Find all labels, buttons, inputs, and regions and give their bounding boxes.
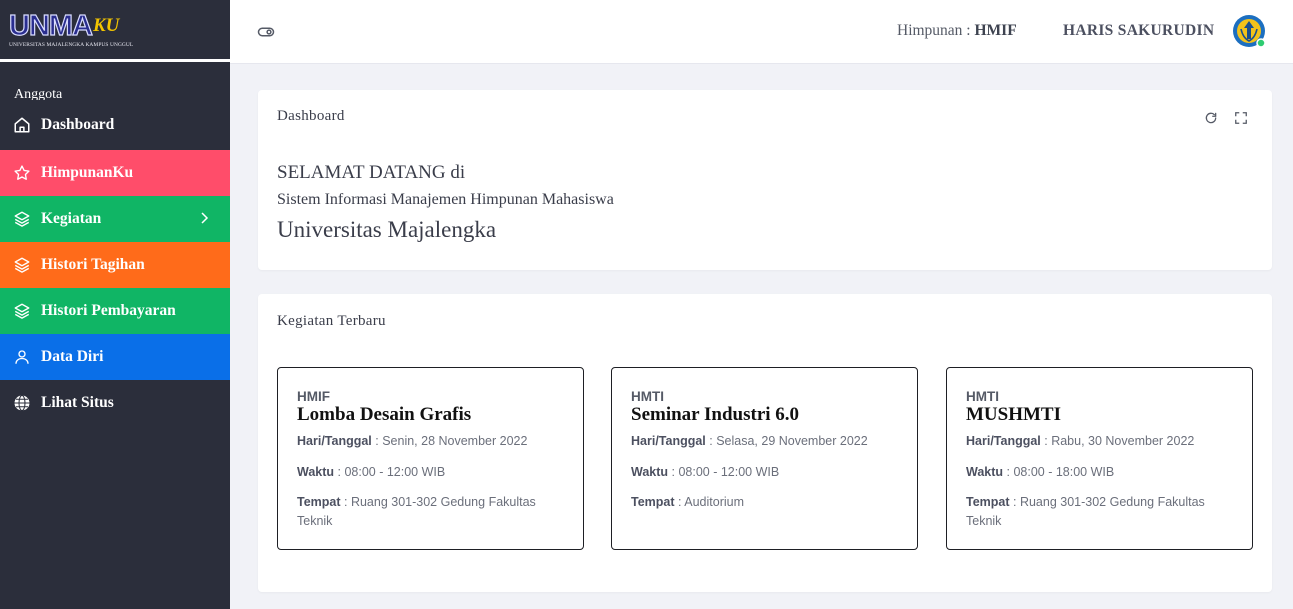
online-status-dot bbox=[1256, 38, 1266, 48]
event-date: Selasa, 29 November 2022 bbox=[716, 434, 868, 448]
event-time-row: Waktu : 08:00 - 12:00 WIB bbox=[631, 465, 780, 479]
top-header: Himpunan : HMIF HARIS SAKURUDIN bbox=[230, 0, 1293, 64]
sidebar-item-label: Dashboard bbox=[41, 116, 115, 133]
sidebar-item-label: Lihat Situs bbox=[41, 394, 114, 411]
event-time-label: Waktu bbox=[297, 465, 335, 479]
event-time: 08:00 - 12:00 WIB bbox=[344, 465, 446, 479]
event-place-label: Tempat bbox=[631, 495, 675, 509]
card-title: Dashboard bbox=[277, 108, 345, 124]
event-org: HMTI bbox=[966, 389, 999, 404]
event-date-row: Hari/Tanggal : Selasa, 29 November 2022 bbox=[631, 434, 868, 448]
sidebar-item-label: Data Diri bbox=[41, 348, 104, 365]
sidebar-item-histori-tagihan[interactable]: Histori Tagihan bbox=[0, 242, 230, 288]
home-icon bbox=[13, 116, 31, 134]
event-name: Lomba Desain Grafis bbox=[297, 404, 472, 425]
sidebar-section-label: Anggota bbox=[14, 87, 63, 102]
card-title: Kegiatan Terbaru bbox=[277, 313, 386, 329]
star-icon bbox=[13, 164, 31, 182]
event-place-row: Tempat : Ruang 301-302 Gedung Fakultas T… bbox=[966, 495, 1205, 528]
logo-main-text: UNMA bbox=[8, 9, 93, 42]
event-card[interactable]: HMIF Lomba Desain Grafis Hari/Tanggal : … bbox=[277, 367, 584, 550]
event-date-label: Hari/Tanggal bbox=[631, 434, 706, 448]
sidebar-item-kegiatan[interactable]: Kegiatan bbox=[0, 196, 230, 242]
welcome-heading: SELAMAT DATANG di bbox=[277, 162, 466, 183]
fullscreen-icon[interactable] bbox=[1234, 111, 1248, 125]
sidebar-item-label: Kegiatan bbox=[41, 210, 102, 227]
event-date-row: Hari/Tanggal : Senin, 28 November 2022 bbox=[297, 434, 528, 448]
refresh-icon[interactable] bbox=[1204, 111, 1218, 125]
event-name: Seminar Industri 6.0 bbox=[631, 404, 800, 425]
event-time-label: Waktu bbox=[631, 465, 669, 479]
event-time-row: Waktu : 08:00 - 12:00 WIB bbox=[297, 465, 446, 479]
layers-icon bbox=[13, 302, 31, 320]
user-name[interactable]: HARIS SAKURUDIN bbox=[1063, 22, 1214, 40]
logo-suffix-text: KU bbox=[93, 14, 120, 36]
dashboard-card: Dashboard SELAMAT DATANG di Sistem Infor… bbox=[258, 90, 1272, 270]
sidebar-item-himpunanku[interactable]: HimpunanKu bbox=[0, 150, 230, 196]
event-place-row: Tempat : Auditorium bbox=[631, 495, 745, 509]
event-time: 08:00 - 18:00 WIB bbox=[1013, 465, 1115, 479]
sidebar-item-dashboard[interactable]: Dashboard bbox=[0, 100, 230, 150]
event-name: MUSHMTI bbox=[966, 404, 1061, 425]
event-place: Auditorium bbox=[684, 495, 745, 509]
event-date-label: Hari/Tanggal bbox=[966, 434, 1041, 448]
himpunan-indicator: Himpunan : HMIF bbox=[897, 22, 1017, 40]
event-date-row: Hari/Tanggal : Rabu, 30 November 2022 bbox=[966, 434, 1195, 448]
event-date: Senin, 28 November 2022 bbox=[382, 434, 528, 448]
himpunan-label: Himpunan : bbox=[897, 22, 971, 39]
welcome-university: Universitas Majalengka bbox=[277, 217, 497, 242]
sidebar-item-data-diri[interactable]: Data Diri bbox=[0, 334, 230, 380]
event-place-label: Tempat bbox=[966, 495, 1010, 509]
sidebar-item-label: Histori Pembayaran bbox=[41, 302, 176, 319]
avatar[interactable] bbox=[1232, 14, 1266, 48]
event-card[interactable]: HMTI MUSHMTI Hari/Tanggal : Rabu, 30 Nov… bbox=[946, 367, 1253, 550]
event-time-row: Waktu : 08:00 - 18:00 WIB bbox=[966, 465, 1115, 479]
recent-events-card: Kegiatan Terbaru HMIF Lomba Desain Grafi… bbox=[258, 294, 1272, 592]
event-org: HMIF bbox=[297, 389, 330, 404]
event-place-label: Tempat bbox=[297, 495, 341, 509]
event-time: 08:00 - 12:00 WIB bbox=[678, 465, 780, 479]
layers-icon bbox=[13, 256, 31, 274]
user-icon bbox=[13, 348, 31, 366]
himpunan-value: HMIF bbox=[974, 22, 1017, 39]
card-tools bbox=[1204, 111, 1248, 125]
event-org: HMTI bbox=[631, 389, 664, 404]
sidebar-item-label: HimpunanKu bbox=[41, 164, 134, 181]
event-date: Rabu, 30 November 2022 bbox=[1051, 434, 1195, 448]
welcome-system-name: Sistem Informasi Manajemen Himpunan Maha… bbox=[277, 191, 614, 208]
event-time-label: Waktu bbox=[966, 465, 1004, 479]
layers-icon bbox=[13, 210, 31, 228]
sidebar-item-label: Histori Tagihan bbox=[41, 256, 145, 273]
event-date-label: Hari/Tanggal bbox=[297, 434, 372, 448]
logo-tagline: UNIVERSITAS MAJALENGKA KAMPUS UNGGUL bbox=[9, 41, 134, 48]
chevron-right-icon bbox=[198, 211, 210, 230]
sidebar-nav: Dashboard HimpunanKu Kegiatan Histori Ta… bbox=[0, 100, 230, 426]
sidebar-item-histori-pembayaran[interactable]: Histori Pembayaran bbox=[0, 288, 230, 334]
event-card[interactable]: HMTI Seminar Industri 6.0 Hari/Tanggal :… bbox=[611, 367, 918, 550]
brand-logo[interactable]: UNMA KU UNIVERSITAS MAJALENGKA KAMPUS UN… bbox=[0, 0, 230, 62]
globe-icon bbox=[13, 394, 31, 412]
event-place-row: Tempat : Ruang 301-302 Gedung Fakultas T… bbox=[297, 495, 536, 528]
sidebar: UNMA KU UNIVERSITAS MAJALENGKA KAMPUS UN… bbox=[0, 0, 230, 609]
sidebar-toggle-icon[interactable] bbox=[257, 23, 275, 41]
sidebar-item-lihat-situs[interactable]: Lihat Situs bbox=[0, 380, 230, 426]
